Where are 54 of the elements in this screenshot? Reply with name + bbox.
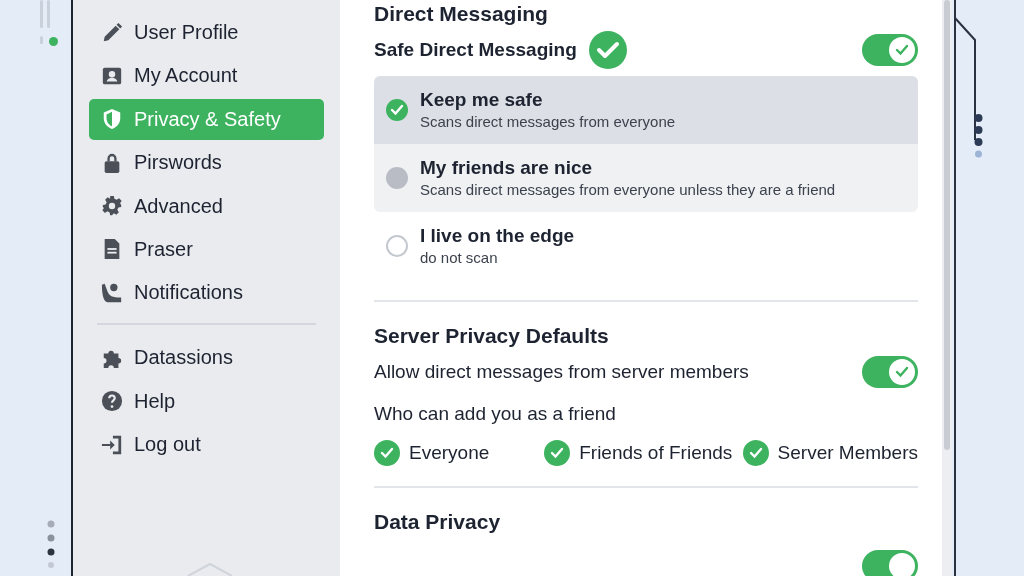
setting-label: Who can add you as a friend [374,402,617,426]
option-row[interactable]: My friends are nice Scans direct messages from everyone unless they are a friend [374,144,918,212]
setting-label: Allow direct messages from server members [374,361,749,383]
sidebar-item[interactable]: Advanced [89,185,324,227]
section-title: Server Privacy Defaults [374,323,610,349]
radio-button[interactable] [386,99,408,121]
checkbox-label: Server Members [777,442,918,464]
check-icon [390,104,404,116]
toggle-switch[interactable] [862,356,918,388]
dots-icon [974,114,983,158]
toggle-switch[interactable] [862,550,918,576]
check-icon [895,44,909,56]
sidebar-item[interactable]: Help [89,380,324,422]
sidebar-item[interactable]: Praser [89,228,324,270]
option-title: Keep me safe [420,88,544,112]
check-icon [895,366,909,378]
checkbox[interactable] [742,440,769,466]
section-title: Direct Messaging [374,1,549,27]
phone-person-icon [101,281,123,304]
shield-icon [101,108,123,131]
status-dot [49,37,58,46]
bars-icon [38,0,52,44]
check-icon [380,447,394,459]
option-row[interactable]: I live on the edge do not scan [374,212,918,280]
scrollbar-thumb[interactable] [944,0,950,450]
check-icon [550,447,565,459]
check-icon [748,447,763,459]
option-description: Scans direct messages from everyone [420,112,676,132]
option-description: Scans direct messages from everyone unless they are a friend [420,180,836,200]
help-icon [101,390,123,413]
chevron-icon [186,562,234,576]
toggle-switch[interactable] [862,34,918,66]
radio-button[interactable] [386,167,408,189]
sidebar-item[interactable]: User Profile [89,12,324,53]
sidebar-item[interactable]: My Account [89,55,324,97]
radio-button[interactable] [386,235,408,257]
option-title: My friends are nice [420,156,594,180]
sidebar-item[interactable]: Log out [89,424,324,466]
sidebar-item[interactable]: Notifications [89,272,324,314]
dots-icon [47,520,55,568]
sidebar-item[interactable]: Pirswords [89,142,324,184]
option-description: do not scan [420,248,499,268]
pencil-icon [101,21,123,44]
checkbox[interactable] [374,440,400,466]
setting-label: Safe Direct Messaging [374,39,577,61]
checkbox[interactable] [544,440,571,466]
option-row[interactable]: Keep me safe Scans direct messages from everyone [374,76,918,144]
logout-icon [101,433,123,456]
sidebar-item[interactable]: Datassions [89,337,324,379]
gear-icon [101,195,123,218]
checkbox-label: Friends of Friends [579,442,733,464]
section-title: Data Privacy [374,509,502,535]
option-title: I live on the edge [420,224,575,248]
checkbox-label: Everyone [409,442,490,464]
